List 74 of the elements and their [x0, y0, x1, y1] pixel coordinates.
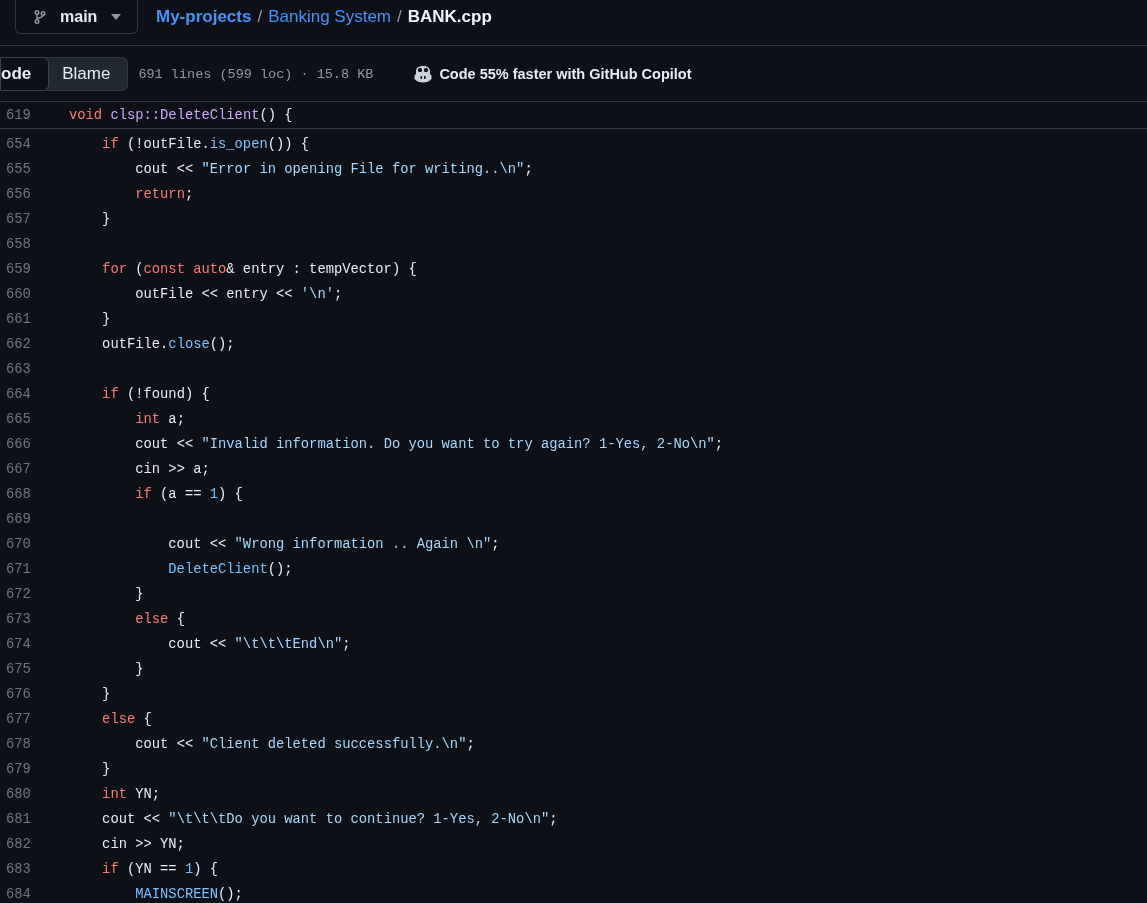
line-number: 660: [5, 287, 32, 302]
code-line: DeleteClient();: [168, 562, 293, 577]
code-line: cout << "\t\t\tEnd\n";: [168, 637, 351, 652]
code-line: int YN;: [102, 787, 161, 802]
code-line: }: [102, 687, 111, 702]
line-number: 663: [5, 362, 32, 377]
breadcrumb-link[interactable]: Banking System: [268, 7, 391, 27]
code-line: if (a == 1) {: [135, 487, 243, 502]
file-name: BANK.cpp: [407, 7, 492, 27]
code-line: }: [102, 762, 111, 777]
line-number: 669: [5, 512, 32, 527]
line-number: 684: [5, 887, 32, 902]
branch-icon: [32, 8, 48, 25]
code-line: if (!outFile.is_open()) {: [102, 137, 310, 152]
line-number: 677: [5, 712, 32, 727]
caret-icon: [111, 13, 121, 20]
line-number: 671: [5, 562, 32, 577]
line-number: 619: [5, 107, 32, 123]
code-line: outFile << entry << '\n';: [135, 287, 343, 302]
code-line: cin >> YN;: [102, 837, 185, 852]
line-number: 682: [5, 837, 32, 852]
code-line: else {: [135, 612, 185, 627]
code-line: cout << "Client deleted successfully.\n";: [135, 737, 475, 752]
code-line: cout << "\t\t\tDo you want to continue? 1-Yes, 2-No\n";: [102, 812, 558, 827]
code-line: cout << "Invalid information. Do you want to try again? 1-Yes, 2-No\n";: [135, 437, 724, 452]
copilot-icon: [413, 65, 434, 83]
line-number: 679: [5, 762, 32, 777]
line-number: 672: [5, 587, 32, 602]
breadcrumb-separator: /: [257, 7, 263, 27]
copilot-promo[interactable]: Code 55% faster with GitHub Copilot: [439, 66, 692, 82]
code-line: cin >> a;: [135, 462, 210, 477]
breadcrumb-link[interactable]: My-projects: [156, 7, 252, 27]
line-number: 667: [5, 462, 32, 477]
code-line: }: [102, 312, 111, 327]
code-line: if (!found) {: [102, 387, 210, 402]
line-number: 664: [5, 387, 32, 402]
code-line: cout << "Wrong information .. Again \n";: [168, 537, 500, 552]
line-number: 656: [5, 187, 32, 202]
line-number: 674: [5, 637, 32, 652]
breadcrumb-separator: /: [397, 7, 402, 27]
code-line: cout << "Error in opening File for writing..\n";: [135, 162, 533, 177]
file-info: 691 lines (599 loc) · 15.8 KB: [138, 66, 374, 82]
line-number: 681: [5, 812, 32, 827]
view-tab[interactable]: Blame: [45, 57, 129, 91]
line-number: 666: [5, 437, 32, 452]
line-number: 675: [5, 662, 32, 677]
line-number: 673: [5, 612, 32, 627]
code-line: }: [135, 587, 144, 602]
view-tab[interactable]: ode: [0, 57, 50, 91]
line-number: 657: [5, 212, 32, 227]
code-line: if (YN == 1) {: [102, 862, 219, 877]
line-number: 670: [5, 537, 32, 552]
line-number: 678: [5, 737, 32, 752]
line-number: 654: [5, 137, 32, 152]
line-number: 680: [5, 787, 32, 802]
line-number: 662: [5, 337, 32, 352]
code-line: for (const auto& entry : tempVector) {: [102, 262, 417, 277]
line-number: 658: [5, 237, 32, 252]
line-number: 665: [5, 412, 32, 427]
line-number: 676: [5, 687, 32, 702]
code-line: }: [135, 662, 144, 677]
line-number: 668: [5, 487, 32, 502]
code-line: return;: [135, 187, 194, 202]
code-line: }: [102, 212, 111, 227]
code-line: int a;: [135, 412, 185, 427]
code-line: else {: [102, 712, 152, 727]
line-number: 655: [5, 162, 32, 177]
branch-button[interactable]: main: [15, 0, 138, 34]
code-line: outFile.close();: [102, 337, 235, 352]
line-number: 683: [5, 862, 32, 877]
line-number: 661: [5, 312, 32, 327]
code-line: void clsp::DeleteClient() {: [69, 107, 293, 123]
code-line: MAINSCREEN();: [135, 887, 243, 902]
line-number: 659: [5, 262, 32, 277]
